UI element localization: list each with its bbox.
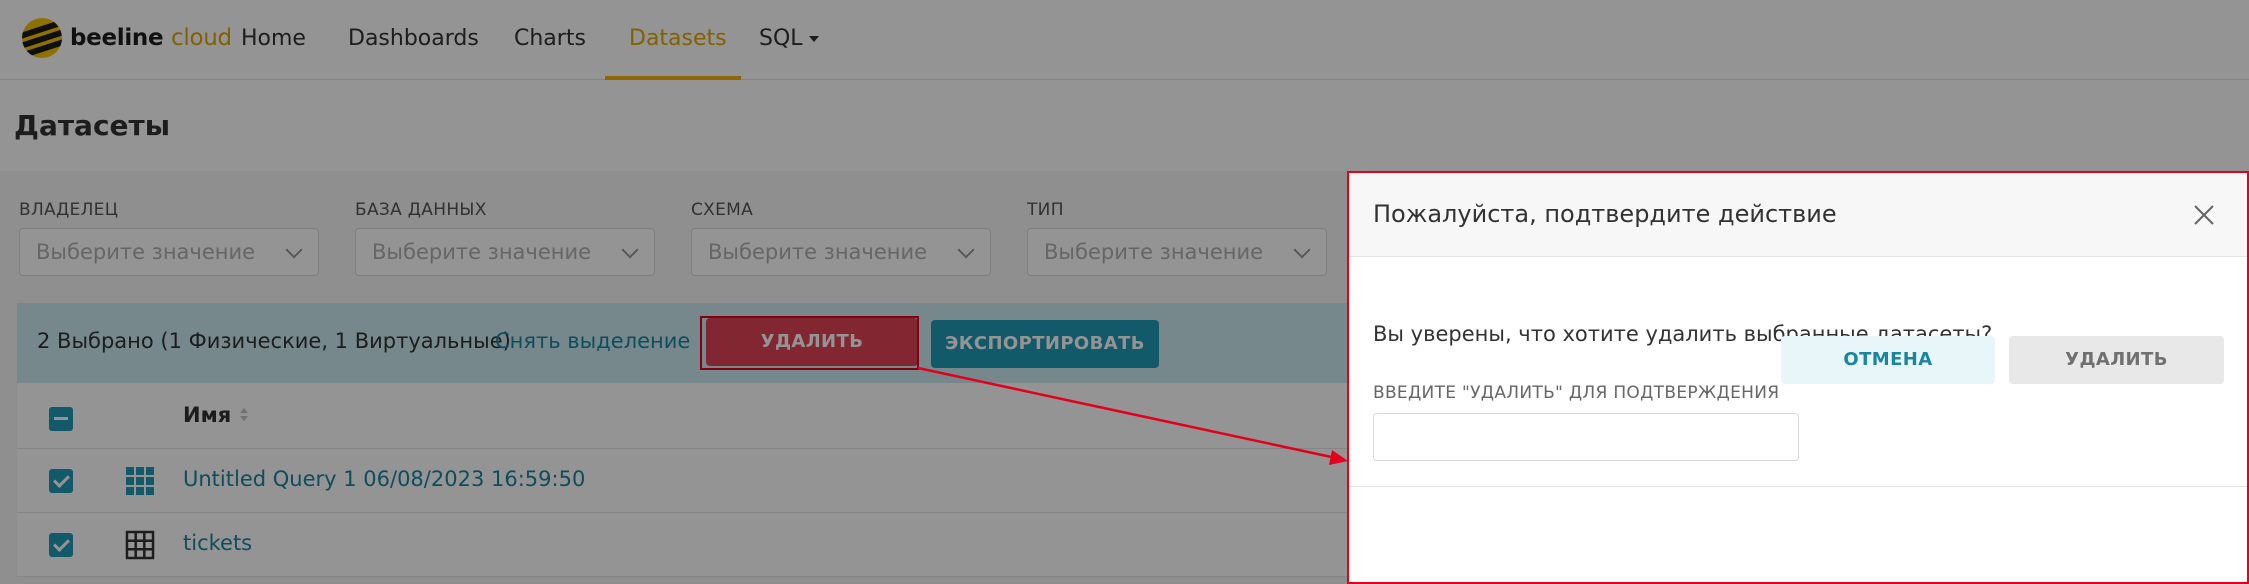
annotation-arrow xyxy=(917,366,1348,465)
